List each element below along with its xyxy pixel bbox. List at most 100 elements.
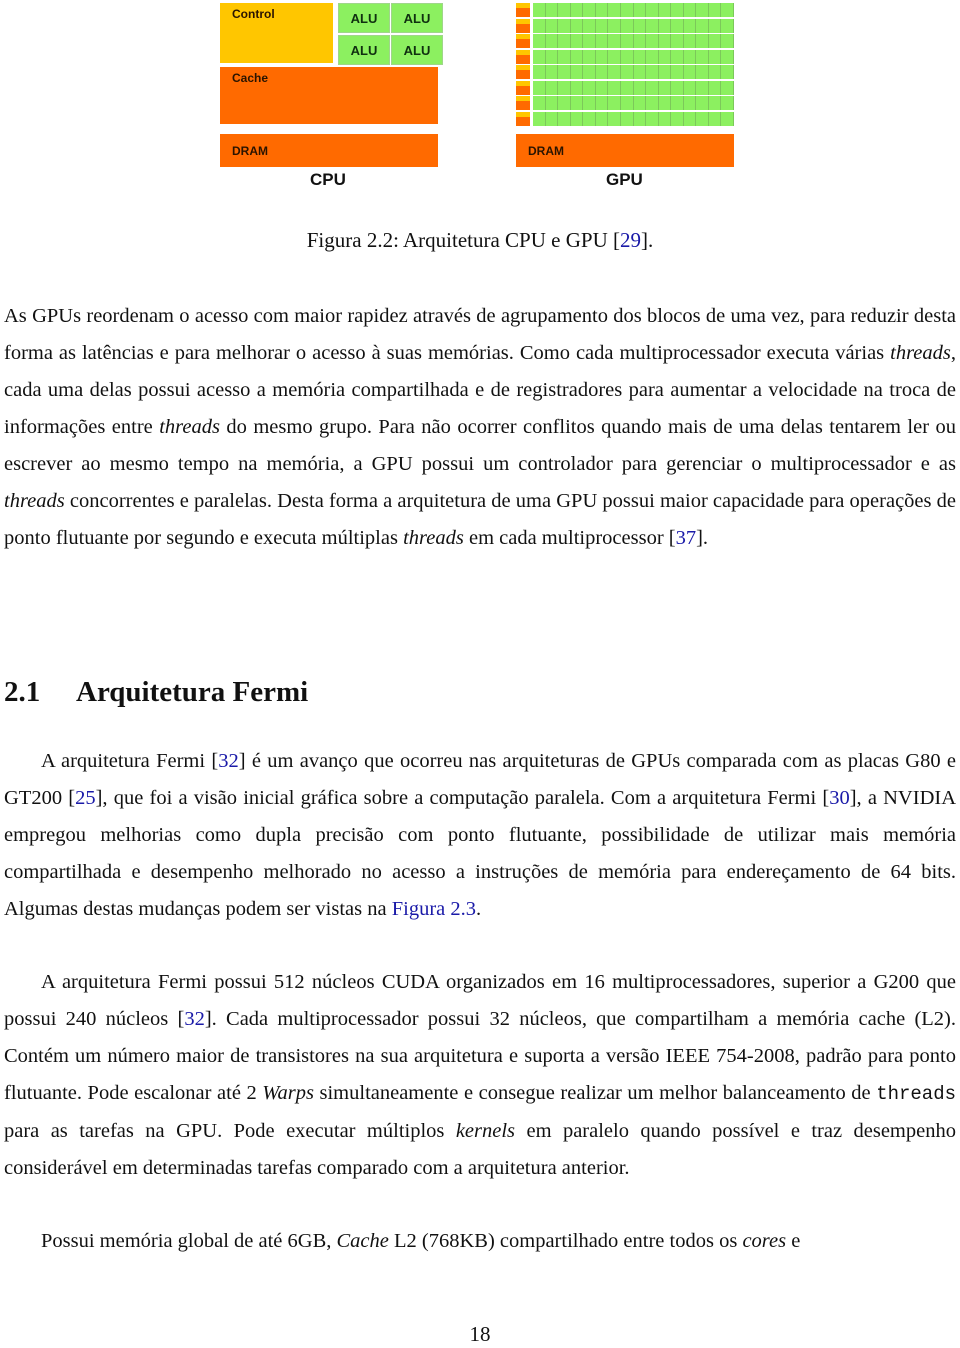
gpu-alu-cell xyxy=(709,111,722,126)
gpu-alu-cell xyxy=(684,96,697,110)
gpu-alu-strip xyxy=(533,18,734,33)
gpu-alu-cell xyxy=(696,49,709,64)
gpu-alu-cell xyxy=(709,49,722,64)
text: . xyxy=(476,898,482,920)
gpu-alu-cell xyxy=(571,96,584,110)
gpu-alu-strip xyxy=(533,3,734,17)
gpu-alu-cell xyxy=(533,111,546,126)
gpu-alu-cell xyxy=(558,3,571,17)
gpu-alu-cell xyxy=(546,34,559,48)
gpu-alu-cell xyxy=(634,49,647,64)
gpu-alu-cell xyxy=(646,111,659,126)
text: Possui memória global de até 6GB, xyxy=(41,1230,337,1252)
cpu-alu-block: ALU xyxy=(391,3,443,33)
gpu-alu-cell xyxy=(671,18,684,33)
gpu-alu-cell xyxy=(596,65,609,79)
paragraph: A arquitetura Fermi possui 512 núcleos C… xyxy=(4,964,956,1187)
gpu-control-cache-block xyxy=(516,3,530,17)
gpu-alu-cell xyxy=(684,49,697,64)
gpu-alu-cell xyxy=(571,18,584,33)
gpu-alu-cell xyxy=(533,80,546,95)
gpu-alu-cell xyxy=(571,49,584,64)
citation-link[interactable]: 29 xyxy=(620,228,641,252)
gpu-alu-cell xyxy=(621,18,634,33)
gpu-cache-block xyxy=(516,101,530,110)
citation-link[interactable]: 32 xyxy=(184,1008,205,1030)
gpu-alu-cell xyxy=(646,3,659,17)
gpu-alu-strip xyxy=(533,111,734,126)
citation-link[interactable]: 30 xyxy=(829,787,850,809)
gpu-alu-cell xyxy=(596,3,609,17)
gpu-alu-cell xyxy=(583,65,596,79)
text: simultaneamente e consegue realizar um m… xyxy=(313,1082,877,1104)
gpu-alu-cell xyxy=(546,3,559,17)
emphasis: cores xyxy=(742,1230,787,1252)
gpu-control-cache-block xyxy=(516,34,530,48)
gpu-alu-cell xyxy=(721,49,734,64)
gpu-alu-cell xyxy=(608,96,621,110)
emphasis: kernels xyxy=(455,1120,516,1142)
paragraph: Possui memória global de até 6GB, Cache … xyxy=(4,1223,956,1260)
gpu-alu-cell xyxy=(696,34,709,48)
gpu-alu-cell xyxy=(721,96,734,110)
gpu-alu-cell xyxy=(696,96,709,110)
citation-link[interactable]: 32 xyxy=(218,750,239,772)
gpu-alu-cell xyxy=(634,111,647,126)
gpu-alu-cell xyxy=(558,49,571,64)
gpu-control-cache-block xyxy=(516,80,530,95)
gpu-alu-cell xyxy=(646,80,659,95)
gpu-multiprocessor-row xyxy=(516,96,734,110)
gpu-alu-strip xyxy=(533,49,734,64)
gpu-alu-cell xyxy=(546,49,559,64)
gpu-alu-cell xyxy=(583,34,596,48)
cpu-dram-label: DRAM xyxy=(232,144,268,158)
gpu-alu-cell xyxy=(709,34,722,48)
text: ], que foi a visão inicial gráfica sobre… xyxy=(95,787,830,809)
caption-text: Figura 2.2: Arquitetura CPU e GPU [ xyxy=(306,228,620,252)
gpu-alu-cell xyxy=(696,80,709,95)
emphasis: threads xyxy=(4,490,65,512)
paragraph: As GPUs reordenam o acesso com maior rap… xyxy=(4,298,956,557)
gpu-alu-cell xyxy=(634,80,647,95)
gpu-alu-cell xyxy=(709,80,722,95)
gpu-alu-cell xyxy=(571,80,584,95)
gpu-alu-cell xyxy=(583,96,596,110)
gpu-alu-cell xyxy=(558,96,571,110)
cpu-alu-block: ALU xyxy=(338,35,390,65)
gpu-title: GPU xyxy=(606,170,643,189)
gpu-alu-cell xyxy=(671,34,684,48)
gpu-alu-cell xyxy=(659,3,672,17)
gpu-alu-cell xyxy=(621,34,634,48)
gpu-alu-cell xyxy=(696,18,709,33)
figure-link[interactable]: Figura 2.3 xyxy=(392,898,476,920)
gpu-control-cache-block xyxy=(516,96,530,110)
gpu-alu-cell xyxy=(721,18,734,33)
gpu-alu-cell xyxy=(721,65,734,79)
gpu-alu-cell xyxy=(709,96,722,110)
gpu-alu-cell xyxy=(571,111,584,126)
gpu-alu-cell xyxy=(646,49,659,64)
gpu-alu-cell xyxy=(659,80,672,95)
emphasis: Warps xyxy=(262,1082,314,1104)
gpu-alu-cell xyxy=(696,111,709,126)
text: As GPUs reordenam o acesso com maior rap… xyxy=(4,305,956,364)
gpu-alu-cell xyxy=(721,111,734,126)
gpu-alu-cell xyxy=(634,3,647,17)
gpu-cache-block xyxy=(516,23,530,33)
gpu-control-cache-block xyxy=(516,49,530,64)
gpu-alu-cell xyxy=(558,80,571,95)
gpu-alu-strip xyxy=(533,65,734,79)
emphasis: threads xyxy=(890,342,951,364)
gpu-alu-cell xyxy=(709,18,722,33)
gpu-alu-cell xyxy=(671,49,684,64)
citation-link[interactable]: 37 xyxy=(676,527,697,549)
gpu-alu-cell xyxy=(634,65,647,79)
code-text: threads xyxy=(876,1083,957,1105)
gpu-alu-strip xyxy=(533,34,734,48)
gpu-alu-cell xyxy=(684,80,697,95)
section-title: Arquitetura Fermi xyxy=(76,676,309,708)
gpu-alu-cell xyxy=(621,65,634,79)
gpu-alu-cell xyxy=(659,65,672,79)
citation-link[interactable]: 25 xyxy=(75,787,96,809)
gpu-alu-cell xyxy=(571,34,584,48)
